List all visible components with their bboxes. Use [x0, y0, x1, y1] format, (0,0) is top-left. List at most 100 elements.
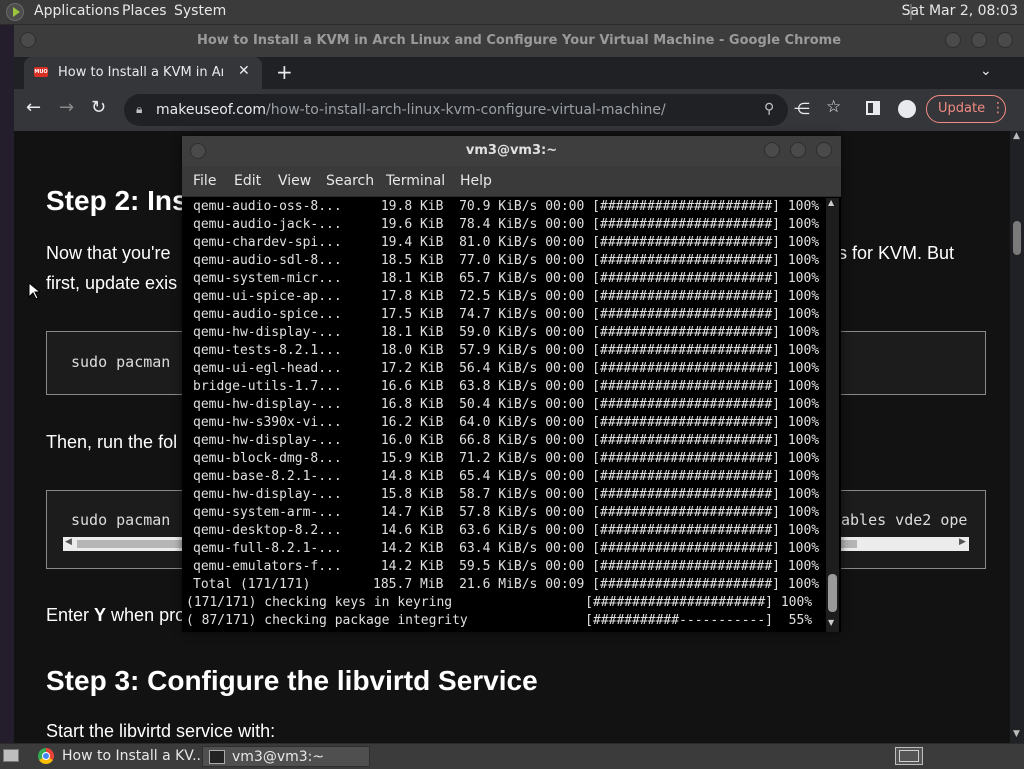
- terminal-titlebar[interactable]: vm3@vm3:~: [182, 136, 841, 166]
- terminal-line: qemu-ui-egl-head... 17.2 KiB 56.4 KiB/s …: [193, 361, 820, 376]
- menu-help[interactable]: Help: [460, 173, 492, 189]
- minimize-button[interactable]: [764, 142, 780, 158]
- paragraph-start: Start the libvirtd service with:: [46, 721, 276, 741]
- url-text[interactable]: makeuseof.com/how-to-install-arch-linux-…: [156, 102, 666, 118]
- terminal-line: qemu-desktop-8.2... 14.6 KiB 63.6 KiB/s …: [193, 523, 820, 538]
- forward-arrow-icon[interactable]: →: [59, 97, 74, 118]
- paragraph-enter: Enter Y when pro: [46, 605, 185, 626]
- scroll-down-arrow-icon[interactable]: ▼: [1013, 729, 1020, 739]
- page-scrollbar[interactable]: ▲ ▼: [1010, 131, 1024, 743]
- workspace-window-icon: [899, 750, 919, 762]
- tab-title: How to Install a KVM in Arch Linux and C…: [58, 65, 223, 80]
- terminal-line: qemu-audio-oss-8... 19.8 KiB 70.9 KiB/s …: [193, 199, 820, 214]
- enter-key: Y: [94, 605, 107, 625]
- reload-icon[interactable]: ↻: [91, 97, 106, 118]
- terminal-window: vm3@vm3:~ File Edit View Search Terminal…: [182, 136, 841, 632]
- menu-view[interactable]: View: [278, 173, 311, 189]
- heading-step-2: Step 2: Ins: [46, 185, 188, 216]
- terminal-menubar: File Edit View Search Terminal Help: [182, 166, 841, 197]
- taskbar-chrome-button[interactable]: How to Install a KV...: [33, 746, 205, 767]
- menu-file[interactable]: File: [193, 173, 216, 189]
- maximize-button[interactable]: [971, 32, 987, 48]
- terminal-line: qemu-full-8.2.1-... 14.2 KiB 63.4 KiB/s …: [193, 541, 820, 556]
- code-text-2: sudo pacman -: [71, 511, 189, 529]
- mouse-pointer-icon: [28, 282, 40, 300]
- places-menu[interactable]: Places: [122, 3, 167, 19]
- terminal-line: qemu-system-micr... 18.1 KiB 65.7 KiB/s …: [193, 271, 820, 286]
- terminal-line: qemu-block-dmg-8... 15.9 KiB 71.2 KiB/s …: [193, 451, 820, 466]
- muo-favicon-icon: MUO: [34, 67, 48, 77]
- address-bar[interactable]: 🔒︎ makeuseof.com/how-to-install-arch-lin…: [124, 94, 788, 126]
- terminal-line: (171/171) checking keys in keyring [####…: [186, 595, 813, 610]
- close-button[interactable]: [816, 142, 832, 158]
- search-icon[interactable]: ⚲: [764, 101, 774, 117]
- terminal-scrollbar[interactable]: ▲ ▼: [826, 198, 839, 632]
- maximize-button[interactable]: [790, 142, 806, 158]
- tab-search-chevron-icon[interactable]: ⌄: [980, 63, 992, 79]
- page-scroll-thumb[interactable]: [1013, 221, 1021, 255]
- bookmark-star-icon[interactable]: ☆: [826, 97, 841, 117]
- show-desktop-icon[interactable]: [3, 749, 19, 762]
- terminal-line: ( 87/171) checking package integrity [##…: [186, 613, 813, 628]
- taskbar-terminal-label: vm3@vm3:~: [232, 749, 325, 765]
- browser-toolbar: ← → ↻ 🔒︎ makeuseof.com/how-to-install-ar…: [14, 89, 1024, 131]
- code-text-2-right: ables vde2 ope: [841, 511, 968, 529]
- chrome-icon: [38, 748, 54, 764]
- url-host: makeuseof.com: [156, 102, 267, 118]
- terminal-line: qemu-hw-display-... 18.1 KiB 59.0 KiB/s …: [193, 325, 820, 340]
- tab-active[interactable]: MUO How to Install a KVM in Arch Linux a…: [24, 57, 262, 89]
- enter-prefix: Enter: [46, 605, 95, 625]
- taskbar-chrome-label: How to Install a KV...: [62, 748, 206, 764]
- clock[interactable]: Sat Mar 2, 08:03: [902, 3, 1018, 19]
- top-panel: Applications Places System Sat Mar 2, 08…: [0, 0, 1024, 25]
- terminal-line: qemu-chardev-spi... 19.4 KiB 81.0 KiB/s …: [193, 235, 820, 250]
- taskbar-terminal-button[interactable]: vm3@vm3:~: [202, 746, 370, 767]
- more-menu-icon[interactable]: ⋮: [991, 100, 1005, 116]
- scroll-up-arrow-icon[interactable]: ▲: [1013, 131, 1020, 141]
- paragraph-then: Then, run the fol: [46, 432, 178, 452]
- back-arrow-icon[interactable]: ←: [26, 97, 41, 118]
- workspace-switcher[interactable]: [895, 747, 923, 765]
- terminal-line: Total (171/171) 185.7 MiB 21.6 MiB/s 00:…: [193, 577, 820, 592]
- menu-terminal[interactable]: Terminal: [386, 173, 445, 189]
- terminal-line: qemu-tests-8.2.1... 18.0 KiB 57.9 KiB/s …: [193, 343, 820, 358]
- close-button[interactable]: [997, 32, 1013, 48]
- share-icon[interactable]: ⋲: [794, 99, 810, 118]
- heading-step-3: Step 3: Configure the libvirtd Service: [46, 665, 538, 696]
- terminal-output[interactable]: qemu-audio-oss-8... 19.8 KiB 70.9 KiB/s …: [184, 198, 824, 632]
- terminal-line: qemu-system-arm-... 14.7 KiB 57.8 KiB/s …: [193, 505, 820, 520]
- url-path: /how-to-install-arch-linux-kvm-configure…: [266, 102, 666, 118]
- enter-suffix: when pro: [106, 605, 186, 625]
- tab-close-icon[interactable]: ✕: [238, 63, 250, 79]
- update-button[interactable]: Update ⋮: [926, 95, 1006, 123]
- code-text-1: sudo pacman -: [71, 353, 189, 371]
- terminal-line: bridge-utils-1.7... 16.6 KiB 63.8 KiB/s …: [193, 379, 820, 394]
- scroll-up-arrow-icon[interactable]: ▲: [828, 198, 834, 207]
- terminal-line: qemu-base-8.2.1-... 14.8 KiB 65.4 KiB/s …: [193, 469, 820, 484]
- terminal-scroll-thumb[interactable]: [828, 574, 837, 612]
- terminal-icon: [209, 750, 225, 764]
- scroll-left-arrow-icon[interactable]: ◀: [65, 537, 72, 547]
- profile-avatar-icon[interactable]: [898, 100, 916, 118]
- window-title: How to Install a KVM in Arch Linux and C…: [196, 33, 842, 48]
- scroll-right-arrow-icon[interactable]: ▶: [959, 537, 966, 547]
- site-info-lock-icon[interactable]: 🔒︎: [136, 102, 142, 117]
- chrome-titlebar[interactable]: How to Install a KVM in Arch Linux and C…: [14, 25, 1024, 57]
- terminal-title: vm3@vm3:~: [465, 143, 558, 158]
- terminal-line: qemu-hw-s390x-vi... 16.2 KiB 64.0 KiB/s …: [193, 415, 820, 430]
- system-menu[interactable]: System: [174, 3, 226, 19]
- terminal-line: qemu-audio-sdl-8... 18.5 KiB 77.0 KiB/s …: [193, 253, 820, 268]
- desktop-background: [0, 25, 14, 743]
- terminal-line: qemu-hw-display-... 16.8 KiB 50.4 KiB/s …: [193, 397, 820, 412]
- terminal-line: qemu-hw-display-... 15.8 KiB 58.7 KiB/s …: [193, 487, 820, 502]
- paragraph-line-1-right: s for KVM. But: [838, 243, 955, 263]
- side-panel-icon[interactable]: [866, 101, 880, 115]
- scroll-down-arrow-icon[interactable]: ▼: [828, 618, 834, 627]
- menu-search[interactable]: Search: [326, 173, 374, 189]
- distro-logo-icon[interactable]: [6, 3, 24, 21]
- applications-menu[interactable]: Applications: [34, 3, 120, 19]
- terminal-line: qemu-audio-spice... 17.5 KiB 74.7 KiB/s …: [193, 307, 820, 322]
- minimize-button[interactable]: [945, 32, 961, 48]
- new-tab-icon[interactable]: +: [276, 60, 293, 84]
- menu-edit[interactable]: Edit: [234, 173, 261, 189]
